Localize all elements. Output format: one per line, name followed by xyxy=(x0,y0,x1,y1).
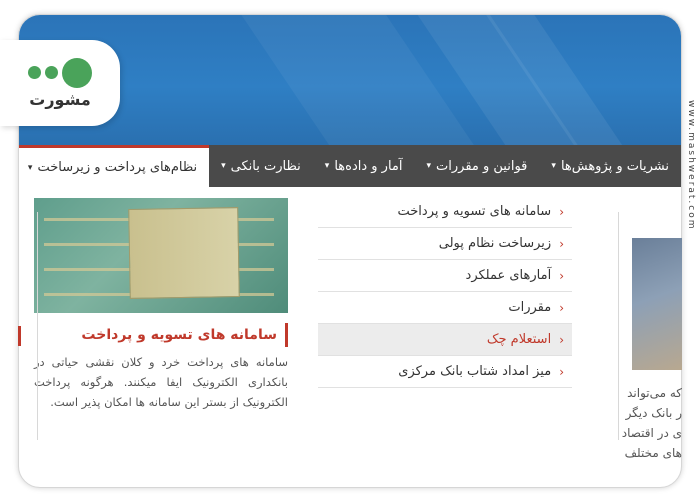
submenu-label: مقررات xyxy=(508,300,552,315)
submenu-label: آمارهای عملکرد xyxy=(465,268,552,283)
submenu-list: ‹ سامانه های تسویه و پرداخت ‹ زیرساخت نظ… xyxy=(318,196,572,388)
chevron-left-icon: ‹ xyxy=(559,364,564,379)
caret-down-icon: ▾ xyxy=(551,161,556,171)
submenu-item-settlement[interactable]: ‹ سامانه های تسویه و پرداخت xyxy=(318,196,572,228)
right-column-text: که می‌تواند ر بانک دیگر ی در اقتصاد های … xyxy=(600,383,682,463)
card-title[interactable]: سامانه های تسویه و پرداخت xyxy=(34,323,288,347)
nav-label: نشریات و پژوهش‌ها xyxy=(560,158,669,174)
card-description: سامانه های پرداخت خرد و کلان نقشی حیاتی … xyxy=(34,355,288,409)
caret-down-icon: ▾ xyxy=(221,161,226,171)
site-logo[interactable]: مشورت xyxy=(0,40,120,126)
nav-banking-supervision[interactable]: نظارت بانکی ▾ xyxy=(209,145,313,187)
logo-word: مشورت xyxy=(29,89,91,109)
worker-image[interactable] xyxy=(632,238,682,370)
main-navbar: نشریات و پژوهش‌ها ▾ قوانین و مقررات ▾ آم… xyxy=(19,145,681,187)
banknote-image[interactable] xyxy=(34,198,288,313)
nav-laws[interactable]: قوانین و مقررات ▾ xyxy=(415,145,540,187)
chevron-left-icon: ‹ xyxy=(559,268,564,283)
right-text-line: ی در اقتصاد xyxy=(621,426,682,440)
nav-label: قوانین و مقررات xyxy=(436,158,528,174)
nav-payment-systems[interactable]: نظام‌های پرداخت و زیرساخت ▾ xyxy=(19,145,210,187)
watermark-text: www.mashwerat.com xyxy=(686,100,696,231)
submenu-item-cheque-inquiry[interactable]: ‹ استعلام چک xyxy=(318,324,572,356)
chevron-left-icon: ‹ xyxy=(559,236,564,251)
chevron-left-icon: ‹ xyxy=(559,300,564,315)
nav-label: نظارت بانکی xyxy=(230,158,301,174)
nav-statistics[interactable]: آمار و داده‌ها ▾ xyxy=(313,145,415,187)
submenu-label: استعلام چک xyxy=(486,332,552,347)
right-text-line: های مختلف xyxy=(624,446,682,460)
submenu-item-performance-stats[interactable]: ‹ آمارهای عملکرد xyxy=(318,260,572,292)
logo-dots-icon xyxy=(28,57,92,88)
submenu-label: زیرساخت نظام پولی xyxy=(438,236,552,251)
submenu-item-shetab-helpdesk[interactable]: ‹ میز امداد شتاب بانک مرکزی xyxy=(318,356,572,388)
caret-down-icon: ▾ xyxy=(426,161,432,171)
nav-publications[interactable]: نشریات و پژوهش‌ها ▾ xyxy=(539,145,681,187)
submenu-item-regulations[interactable]: ‹ مقررات xyxy=(318,292,572,324)
nav-label: نظام‌های پرداخت و زیرساخت xyxy=(37,160,198,175)
caret-down-icon: ▾ xyxy=(27,162,33,173)
chevron-left-icon: ‹ xyxy=(559,204,564,219)
submenu-item-monetary-infra[interactable]: ‹ زیرساخت نظام پولی xyxy=(318,228,572,260)
right-text-line: که می‌تواند xyxy=(627,386,682,400)
chevron-left-icon: ‹ xyxy=(559,332,564,347)
right-text-line: ر بانک دیگر xyxy=(625,406,682,420)
submenu-label: سامانه های تسویه و پرداخت xyxy=(397,204,552,219)
submenu-label: میز امداد شتاب بانک مرکزی xyxy=(398,364,552,379)
divider xyxy=(37,212,38,440)
caret-down-icon: ▾ xyxy=(324,161,330,171)
nav-label: آمار و داده‌ها xyxy=(334,158,403,174)
left-edge-accent xyxy=(18,326,21,346)
